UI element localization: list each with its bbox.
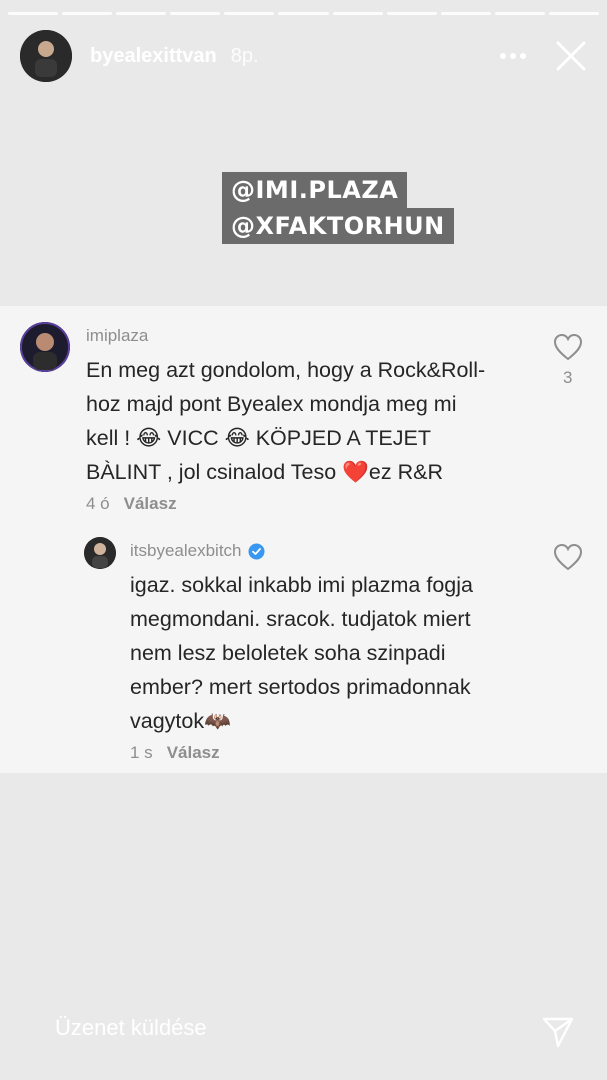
reply-text-line: megmondani. sracok. tudjatok miert <box>130 607 471 631</box>
comment-like-count: 3 <box>563 368 573 387</box>
verified-badge-icon <box>248 543 265 559</box>
story-progress-segment <box>224 12 275 15</box>
story-progress-segment <box>494 12 545 15</box>
mention-sticker-xfaktorhun[interactable]: @XFAKTORHUN <box>222 208 454 244</box>
reply-text: igaz. sokkal inkabb imi plazma fogja meg… <box>130 568 530 738</box>
reply-text-line: igaz. sokkal inkabb imi plazma fogja <box>130 573 473 597</box>
replier-username[interactable]: itsbyealexbitch <box>130 541 265 561</box>
reply-text-line: nem lesz beloletek soha szinpadi <box>130 641 446 665</box>
commenter-username[interactable]: imiplaza <box>86 326 148 346</box>
reply-age: 1 s <box>130 743 153 762</box>
commenter-avatar[interactable] <box>20 322 70 372</box>
story-progress-segment <box>440 12 491 15</box>
replier-avatar[interactable] <box>84 537 116 569</box>
paper-plane-icon[interactable] <box>540 1014 576 1050</box>
mention-stickers: @IMI.PLAZA @XFAKTORHUN <box>222 172 454 244</box>
reply-reply-button[interactable]: Válasz <box>167 743 220 763</box>
reply-meta: 1 s Válasz <box>130 743 220 763</box>
message-input[interactable]: Üzenet küldése <box>55 1015 207 1041</box>
reply-like-heart-icon[interactable] <box>553 543 583 571</box>
comment-meta: 4 ó Válasz <box>86 494 177 514</box>
story-progress-segment <box>62 12 113 15</box>
story-author-username[interactable]: byealexittvan <box>90 45 217 68</box>
story-progress-segment <box>332 12 383 15</box>
replier-username-text[interactable]: itsbyealexbitch <box>130 541 242 561</box>
close-icon[interactable] <box>551 36 591 76</box>
more-options-icon[interactable] <box>493 36 533 76</box>
story-progress-bar <box>8 12 600 15</box>
story-timestamp: 8p. <box>230 44 259 67</box>
comment-text-line: hoz majd pont Byealex mondja meg mi <box>86 392 457 416</box>
reply-text-line: vagytok🦇 <box>130 709 231 733</box>
avatar-image <box>20 30 72 82</box>
story-progress-segment <box>386 12 437 15</box>
comment-reply-button[interactable]: Válasz <box>124 494 177 514</box>
story-progress-segment <box>548 12 600 15</box>
comment-text-line: BÀLINT , jol csinalod Teso ❤️ez R&R <box>86 460 443 484</box>
comment-text-line: En meg azt gondolom, hogy a Rock&Roll- <box>86 358 486 382</box>
comment-screenshot-card: imiplaza En meg azt gondolom, hogy a Roc… <box>0 306 607 773</box>
mention-sticker-imi-plaza[interactable]: @IMI.PLAZA <box>222 172 408 208</box>
story-progress-segment <box>116 12 167 15</box>
story-progress-segment <box>278 12 329 15</box>
reply-text-line: ember? mert sertodos primadonnak <box>130 675 471 699</box>
story-header: byealexittvan 8p. <box>20 30 591 82</box>
comment-text-line: kell ! 😂 VICC 😂 KÖPJED A TEJET <box>86 426 431 450</box>
comment-text: En meg azt gondolom, hogy a Rock&Roll- h… <box>86 353 536 489</box>
story-progress-segment <box>8 12 59 15</box>
story-progress-segment <box>170 12 221 15</box>
story-author-avatar[interactable] <box>20 30 72 82</box>
comment-like-heart-icon[interactable] <box>553 333 583 361</box>
comment-age: 4 ó <box>86 494 110 513</box>
